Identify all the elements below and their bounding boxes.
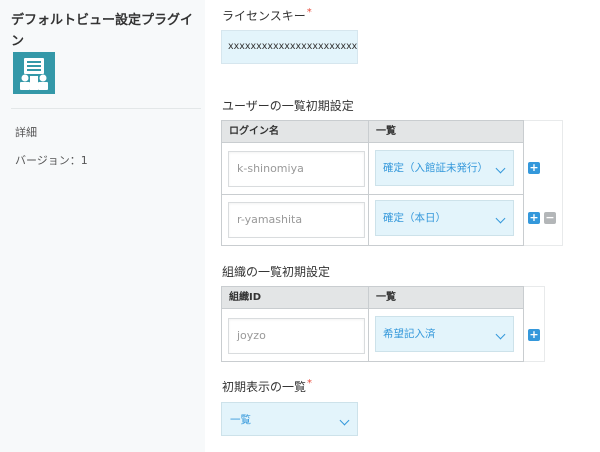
column-header-login: ログイン名: [229, 126, 279, 137]
license-key-label-text: ライセンスキー: [222, 9, 306, 23]
column-divider: [368, 121, 369, 245]
user-defaults-table: ログイン名 一覧 k-shinomiya 確定（入館証未発行） r-yamash…: [221, 120, 524, 246]
user-actions-panel: [523, 120, 563, 246]
add-row-button[interactable]: +: [528, 162, 540, 174]
org-defaults-table: 組織ID 一覧 joyzo 希望記入済: [221, 286, 524, 362]
remove-row-button[interactable]: −: [544, 212, 556, 224]
table-header: 組織ID 一覧: [222, 287, 523, 309]
license-key-input[interactable]: xxxxxxxxxxxxxxxxxxxxxxxx: [221, 30, 358, 64]
chevron-down-icon: [495, 163, 506, 174]
org-actions-panel: [523, 286, 545, 362]
initial-view-select-value: 一覧: [230, 414, 251, 426]
chevron-down-icon: [495, 213, 506, 224]
view-select[interactable]: 確定（入館証未発行）: [375, 150, 514, 186]
org-defaults-label: 組織の一覧初期設定: [222, 265, 331, 279]
view-select[interactable]: 確定（本日）: [375, 200, 514, 236]
view-select[interactable]: 希望記入済: [375, 316, 514, 352]
plugin-title: デフォルトビュー設定プラグイン: [11, 13, 194, 49]
user-defaults-label: ユーザーの一覧初期設定: [222, 99, 354, 113]
version-text: バージョン：1: [15, 154, 88, 167]
table-header: ログイン名 一覧: [222, 121, 523, 143]
detail-link[interactable]: 詳細: [15, 124, 37, 140]
column-header-org-id: 組織ID: [229, 292, 262, 303]
required-mark: *: [307, 378, 313, 389]
sidebar-divider: [11, 108, 201, 109]
view-select-value: 確定（本日）: [383, 212, 446, 224]
view-select-value: 希望記入済: [383, 328, 436, 340]
initial-view-select[interactable]: 一覧: [221, 402, 358, 436]
sidebar: デフォルトビュー設定プラグイン 詳細 バージョン：1: [0, 0, 205, 452]
column-divider: [368, 287, 369, 361]
column-header-view: 一覧: [376, 126, 396, 137]
view-select-value: 確定（入館証未発行）: [383, 162, 488, 174]
login-name-input[interactable]: k-shinomiya: [228, 151, 365, 187]
plugin-logo-icon: [13, 52, 55, 94]
add-row-button[interactable]: +: [528, 329, 540, 341]
row-divider: [222, 194, 523, 195]
initial-view-label-text: 初期表示の一覧: [222, 380, 307, 394]
org-id-input[interactable]: joyzo: [228, 318, 365, 354]
initial-view-label: 初期表示の一覧*: [222, 378, 312, 395]
add-row-button[interactable]: +: [528, 212, 540, 224]
chevron-down-icon: [495, 329, 506, 340]
chevron-down-icon: [339, 415, 350, 426]
required-mark: *: [306, 7, 312, 18]
column-header-view: 一覧: [376, 292, 396, 303]
license-key-label: ライセンスキー*: [222, 7, 312, 24]
login-name-input[interactable]: r-yamashita: [228, 202, 365, 238]
